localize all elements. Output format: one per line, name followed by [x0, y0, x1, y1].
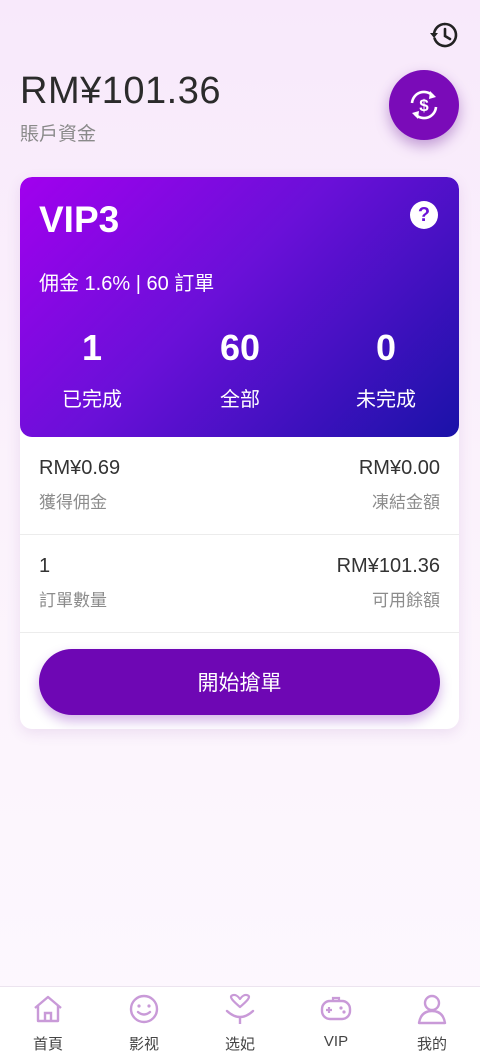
vip-level: VIP3: [39, 199, 120, 240]
tab-videos[interactable]: 影视: [96, 987, 192, 1059]
tab-home[interactable]: 首頁: [0, 987, 96, 1059]
tab-vip[interactable]: VIP: [288, 987, 384, 1059]
earned-commission: RM¥0.69 獲得佣金: [39, 457, 120, 513]
tab-label: 选妃: [224, 1036, 255, 1053]
available-balance: RM¥101.36 可用餘額: [337, 555, 440, 611]
info-row-commission: RM¥0.69 獲得佣金 RM¥0.00 凍結金額: [20, 437, 459, 535]
earned-commission-value: RM¥0.69: [39, 457, 121, 479]
history-icon: [430, 22, 458, 48]
history-button[interactable]: [427, 18, 461, 52]
stat-value: 1: [81, 327, 103, 368]
tab-profile[interactable]: 我的: [384, 987, 480, 1059]
tab-label: 首頁: [32, 1036, 63, 1053]
frozen-amount: RM¥0.00 凍結金額: [359, 457, 440, 513]
bottom-tab-bar: 首頁 影视 选妃 VIP 我的: [0, 986, 480, 1059]
stat-total: 60 全部: [175, 327, 305, 412]
stat-label: 未完成: [356, 389, 416, 411]
tab-select[interactable]: 选妃: [192, 987, 288, 1059]
exchange-button[interactable]: $: [389, 70, 459, 140]
home-icon: [34, 995, 62, 1023]
currency-exchange-icon: $: [410, 90, 438, 120]
available-balance-label: 可用餘額: [372, 591, 440, 610]
vip-panel: VIP3 ? 佣金 1.6% | 60 訂單 1 已完成 60 全部 0 未完成: [20, 177, 459, 437]
user-icon: [417, 994, 447, 1025]
balance-label: 賬戶資金: [20, 124, 97, 145]
question-icon[interactable]: ?: [410, 201, 438, 229]
balance-amount: RM¥101.36: [20, 70, 221, 112]
stat-value: 0: [375, 327, 397, 368]
start-grab-order-button[interactable]: 開始搶單: [39, 649, 440, 715]
tab-label: 影视: [128, 1036, 159, 1053]
order-count-value: 1: [39, 555, 51, 577]
tab-label: 我的: [416, 1036, 447, 1053]
frozen-amount-value: RM¥0.00: [358, 457, 440, 479]
order-count-label: 訂單數量: [39, 591, 107, 610]
stat-label: 已完成: [62, 389, 122, 411]
stat-completed: 1 已完成: [27, 327, 157, 412]
gamepad-icon: [320, 996, 352, 1021]
commission-summary: 佣金 1.6% | 60 訂單: [39, 273, 215, 295]
available-balance-value: RM¥101.36: [336, 555, 440, 577]
svg-text:$: $: [419, 96, 429, 115]
stat-pending: 0 未完成: [321, 327, 451, 412]
vip-summary-card: VIP3 ? 佣金 1.6% | 60 訂單 1 已完成 60 全部 0 未完成…: [20, 177, 459, 729]
stat-value: 60: [219, 327, 261, 368]
stat-label: 全部: [220, 389, 260, 411]
frozen-amount-label: 凍結金額: [372, 493, 440, 512]
heart-person-icon: [225, 993, 255, 1024]
smile-icon: [129, 994, 159, 1024]
earned-commission-label: 獲得佣金: [39, 493, 107, 512]
order-count: 1 訂單數量: [39, 555, 107, 611]
tab-label: VIP: [323, 1033, 349, 1050]
info-row-orders: 1 訂單數量 RM¥101.36 可用餘額: [20, 535, 459, 633]
